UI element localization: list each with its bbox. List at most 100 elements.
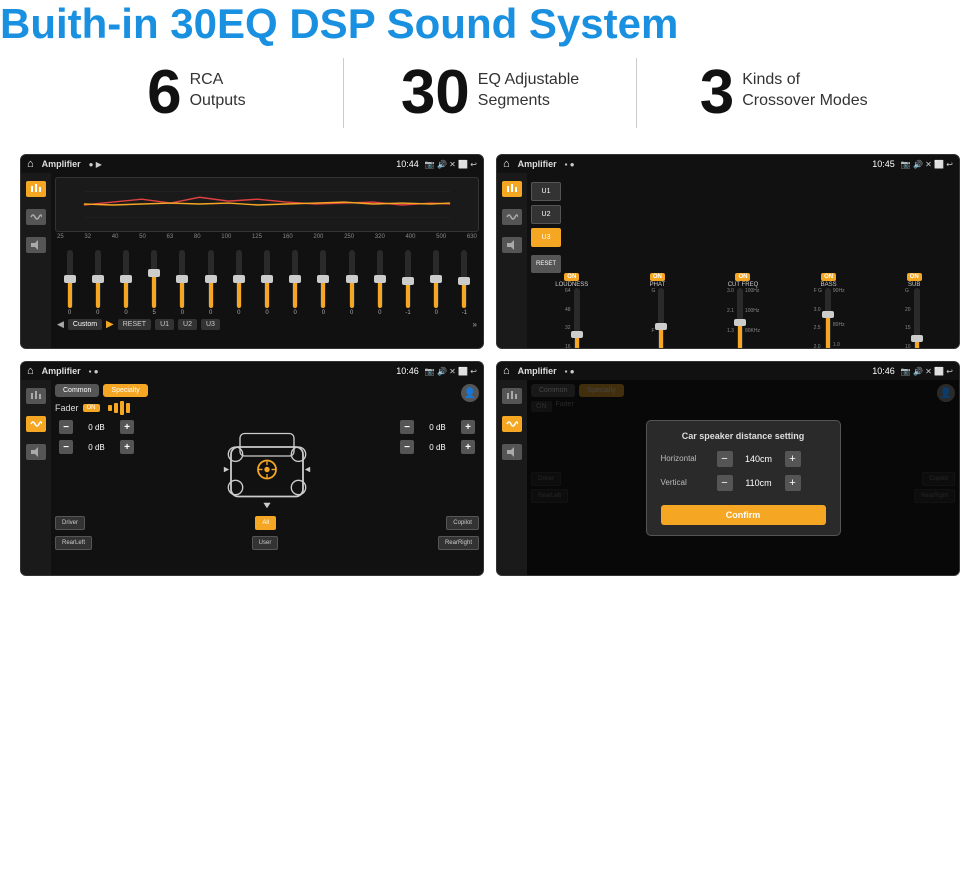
dialog-sidebar-volume-icon[interactable]: [502, 444, 522, 460]
cx-u3-btn[interactable]: U3: [531, 228, 561, 247]
eq-sidebar-eq-icon[interactable]: [26, 181, 46, 197]
fader-btn-driver[interactable]: Driver: [55, 516, 85, 530]
dialog-app-name: Amplifier: [518, 366, 557, 376]
eq-slider-14[interactable]: -1: [452, 250, 477, 316]
stat-eq: 30 EQ Adjustable Segments: [354, 62, 627, 124]
fader-btn-rearleft[interactable]: RearLeft: [55, 536, 92, 550]
eq-slider-3[interactable]: 5: [142, 250, 167, 316]
dialog-home-icon[interactable]: ⌂: [503, 365, 510, 377]
cx-sidebar-eq-icon[interactable]: [502, 181, 522, 197]
eq-sidebar-volume-icon[interactable]: [26, 237, 46, 253]
cx-loudness-on[interactable]: ON: [564, 273, 579, 281]
cx-status-bar: ⌂ Amplifier ▪ ● 10:45 📷 🔊 ✕ ⬜ ↩: [497, 155, 959, 173]
cx-bass-on[interactable]: ON: [821, 273, 836, 281]
page-header: Buith-in 30EQ DSP Sound System: [0, 0, 980, 48]
fader-bar-3: [120, 401, 124, 415]
dialog-title: Car speaker distance setting: [661, 431, 826, 441]
eq-slider-7[interactable]: 0: [254, 250, 279, 316]
eq-slider-10[interactable]: 0: [339, 250, 364, 316]
cx-sidebar-volume-icon[interactable]: [502, 237, 522, 253]
cx-sub-on[interactable]: ON: [907, 273, 922, 281]
fader-tab-specialty[interactable]: Specialty: [103, 384, 147, 397]
stat-crossover-number: 3: [700, 62, 734, 124]
vol-rl-plus[interactable]: +: [120, 440, 134, 454]
eq-slider-9[interactable]: 0: [311, 250, 336, 316]
eq-status-bar: ⌂ Amplifier ● ▶ 10:44 📷 🔊 ✕ ⬜ ↩: [21, 155, 483, 173]
fader-btn-rearright[interactable]: RearRight: [438, 536, 479, 550]
fader-sidebar-eq-icon[interactable]: [26, 388, 46, 404]
dialog-sidebar-eq-icon[interactable]: [502, 388, 522, 404]
fader-btn-copilot[interactable]: Copilot: [446, 516, 479, 530]
eq-play-btn[interactable]: ▶: [106, 319, 114, 330]
dialog-vertical-plus[interactable]: +: [785, 475, 801, 491]
vol-fl-plus[interactable]: +: [120, 420, 134, 434]
vol-fr-plus[interactable]: +: [461, 420, 475, 434]
fader-home-icon[interactable]: ⌂: [27, 365, 34, 377]
cx-cutfreq-slider[interactable]: 3.02.11.30.5 100Hz100Hz80KHz60Hz: [702, 288, 784, 349]
eq-slider-6[interactable]: 0: [226, 250, 251, 316]
fader-tab-common[interactable]: Common: [55, 384, 99, 397]
fader-sidebar-volume-icon[interactable]: [26, 444, 46, 460]
eq-slider-4[interactable]: 0: [170, 250, 195, 316]
cx-reset-btn[interactable]: RESET: [531, 255, 561, 273]
eq-prev-arrow[interactable]: ◀: [57, 319, 64, 330]
speaker-distance-dialog: Car speaker distance setting Horizontal …: [646, 420, 841, 536]
cx-u2-btn[interactable]: U2: [531, 205, 561, 224]
cx-bass-slider[interactable]: F G3.02.52.01.5 90Hz80Hz1.070Hz: [788, 288, 870, 349]
eq-slider-11[interactable]: 0: [367, 250, 392, 316]
cx-channel-loudness: ON LOUDNESS 644832160: [531, 273, 613, 349]
fader-status-bar: ⌂ Amplifier ▪ ● 10:46 📷 🔊 ✕ ⬜ ↩: [21, 362, 483, 380]
vol-rr-minus[interactable]: −: [400, 440, 414, 454]
user-profile-icon[interactable]: 👤: [461, 384, 479, 402]
eq-content: 253240506380100125160200250320400500630 …: [21, 173, 483, 348]
fader-sidebar: [21, 380, 51, 575]
eq-slider-8[interactable]: 0: [283, 250, 308, 316]
fader-btn-all[interactable]: All: [255, 516, 276, 530]
fader-status-icons: 📷 🔊 ✕ ⬜ ↩: [425, 367, 477, 376]
dialog-sidebar-wave-icon[interactable]: [502, 416, 522, 432]
eq-u3-btn[interactable]: U3: [201, 319, 220, 330]
eq-freq-labels: 253240506380100125160200250320400500630: [55, 233, 479, 241]
eq-slider-5[interactable]: 0: [198, 250, 223, 316]
eq-u1-btn[interactable]: U1: [155, 319, 174, 330]
cx-home-icon[interactable]: ⌂: [503, 158, 510, 170]
cx-u1-btn[interactable]: U1: [531, 182, 561, 201]
cx-sub-slider[interactable]: G2015105 0: [873, 288, 955, 349]
vol-rr-plus[interactable]: +: [461, 440, 475, 454]
dialog-horizontal-plus[interactable]: +: [785, 451, 801, 467]
eq-time: 10:44: [396, 159, 419, 169]
stat-eq-number: 30: [401, 62, 470, 124]
fader-btn-user[interactable]: User: [252, 536, 279, 550]
fader-on-badge[interactable]: ON: [83, 404, 100, 412]
stat-rca: 6 RCA Outputs: [60, 62, 333, 124]
vol-fl-minus[interactable]: −: [59, 420, 73, 434]
dialog-content: Common Specialty ON Fader Driver Copilot…: [497, 380, 959, 575]
cx-phat-on[interactable]: ON: [650, 273, 665, 281]
eq-more-arrow[interactable]: »: [473, 320, 477, 329]
cx-content: U1 U2 U3 RESET ON LOUDNESS 644832160: [497, 173, 959, 348]
home-icon[interactable]: ⌂: [27, 158, 34, 170]
dialog-vertical-minus[interactable]: −: [717, 475, 733, 491]
cx-loudness-slider[interactable]: 644832160: [531, 288, 613, 349]
eq-u2-btn[interactable]: U2: [178, 319, 197, 330]
eq-dot-icons: ● ▶: [89, 160, 102, 169]
fader-sidebar-wave-icon[interactable]: [26, 416, 46, 432]
cx-phat-slider[interactable]: GF: [617, 288, 699, 349]
vol-rl-minus[interactable]: −: [59, 440, 73, 454]
eq-sidebar-wave-icon[interactable]: [26, 209, 46, 225]
cx-channel-bass: ON BASS F G3.02.52.01.5 90Hz80Hz1.070Hz: [788, 273, 870, 349]
vol-fr-minus[interactable]: −: [400, 420, 414, 434]
eq-slider-1[interactable]: 0: [85, 250, 110, 316]
eq-slider-2[interactable]: 0: [113, 250, 138, 316]
eq-preset-label[interactable]: Custom: [68, 319, 102, 330]
eq-slider-12[interactable]: -1: [395, 250, 420, 316]
eq-slider-13[interactable]: 0: [424, 250, 449, 316]
cx-cutfreq-on[interactable]: ON: [735, 273, 750, 281]
fader-main-area: Common Specialty Fader ON: [51, 380, 483, 575]
cx-main-area: U1 U2 U3 RESET ON LOUDNESS 644832160: [527, 173, 959, 348]
dialog-horizontal-minus[interactable]: −: [717, 451, 733, 467]
dialog-confirm-button[interactable]: Confirm: [661, 505, 826, 525]
cx-sidebar-wave-icon[interactable]: [502, 209, 522, 225]
eq-slider-0[interactable]: 0: [57, 250, 82, 316]
eq-reset-btn[interactable]: RESET: [118, 319, 151, 330]
